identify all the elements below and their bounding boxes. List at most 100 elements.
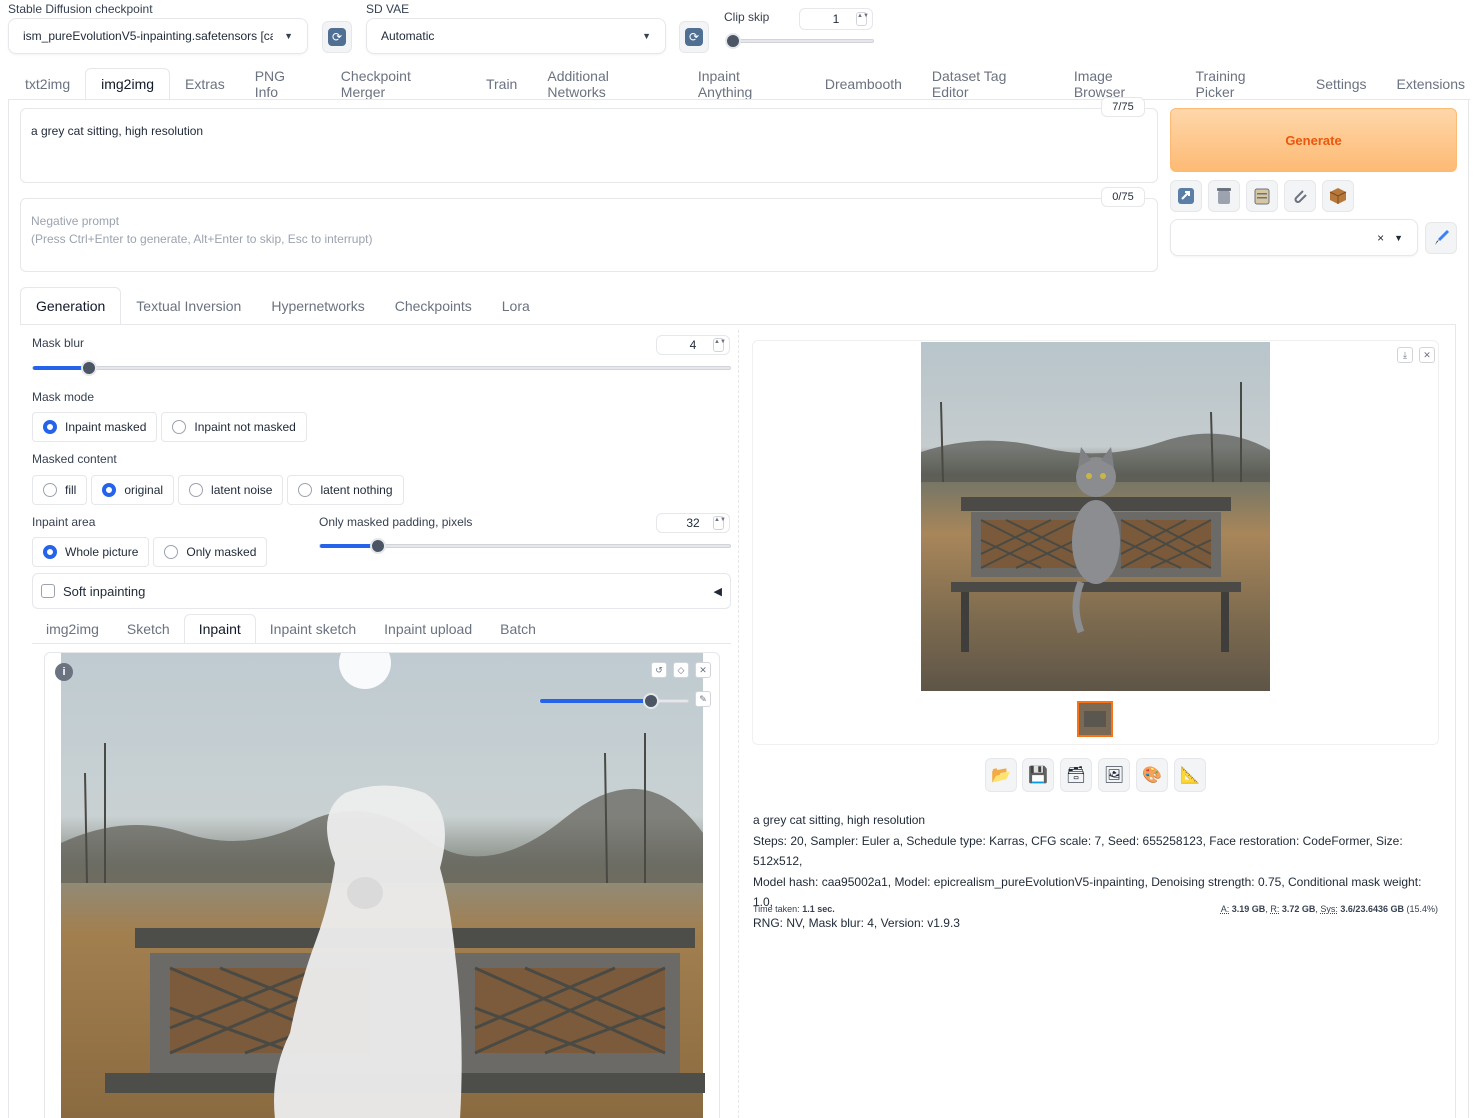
- open-folder-button[interactable]: 📂: [985, 758, 1017, 792]
- save-button[interactable]: 💾: [1022, 758, 1054, 792]
- close-icon[interactable]: ✕: [1419, 347, 1435, 363]
- tab-settings[interactable]: Settings: [1301, 68, 1382, 100]
- radio-latent-noise[interactable]: latent noise: [178, 475, 284, 505]
- generate-button[interactable]: Generate: [1170, 108, 1457, 172]
- clear-prompt-button[interactable]: [1208, 180, 1240, 212]
- brush-size-slider[interactable]: [539, 693, 689, 709]
- tab-png-info[interactable]: PNG Info: [240, 68, 326, 100]
- download-icon[interactable]: ⤓: [1397, 347, 1413, 363]
- radio-inpaint-masked[interactable]: Inpaint masked: [32, 412, 158, 442]
- attach-button[interactable]: [1284, 180, 1316, 212]
- subtab-hypernetworks[interactable]: Hypernetworks: [256, 287, 379, 325]
- image-tabs-divider: [32, 643, 731, 644]
- tab-training-picker[interactable]: Training Picker: [1181, 68, 1301, 100]
- archive-icon: 🗃: [1065, 767, 1087, 784]
- palette-icon: 🎨: [1142, 767, 1162, 784]
- tab-txt2img[interactable]: txt2img: [10, 68, 85, 100]
- padding-slider[interactable]: [319, 538, 731, 554]
- info-icon[interactable]: i: [55, 663, 73, 681]
- brush-icon[interactable]: ✎: [695, 691, 711, 707]
- mask-blur-slider[interactable]: [32, 360, 731, 376]
- slider-thumb[interactable]: [370, 538, 386, 554]
- imgtab-inpaint[interactable]: Inpaint: [183, 614, 256, 644]
- soft-inpainting-checkbox[interactable]: [41, 584, 55, 598]
- negative-prompt-textarea[interactable]: [20, 198, 1158, 272]
- slider-thumb[interactable]: [643, 693, 659, 709]
- tab-extensions[interactable]: Extensions: [1382, 68, 1480, 100]
- prompt-textarea[interactable]: [20, 108, 1158, 183]
- radio-original[interactable]: original: [91, 475, 175, 505]
- send-to-extras-button[interactable]: 📐: [1174, 758, 1206, 792]
- mask-mode-label: Mask mode: [32, 390, 95, 404]
- radio-inpaint-not-masked[interactable]: Inpaint not masked: [161, 412, 307, 442]
- imgtab-img2img[interactable]: img2img: [32, 614, 113, 644]
- collapse-arrow-icon[interactable]: ◀: [714, 585, 722, 598]
- read-params-button[interactable]: [1170, 180, 1202, 212]
- mask-blur-input[interactable]: 4 ▲▼: [656, 335, 730, 355]
- styles-dropdown[interactable]: × ▼: [1170, 219, 1418, 256]
- clip-skip-input[interactable]: 1 ▲▼: [799, 8, 873, 30]
- gallery-thumbnail[interactable]: [1077, 701, 1113, 737]
- imgtab-inpaint-sketch[interactable]: Inpaint sketch: [256, 614, 370, 644]
- stepper-icon[interactable]: ▲▼: [856, 12, 869, 26]
- output-image[interactable]: [921, 342, 1270, 691]
- radio-dot: [298, 483, 313, 497]
- eraser-icon[interactable]: ◇: [673, 662, 689, 678]
- checkpoint-dropdown[interactable]: ism_pureEvolutionV5-inpainting.safetenso…: [8, 18, 308, 54]
- subtab-checkpoints[interactable]: Checkpoints: [380, 287, 487, 325]
- vae-dropdown[interactable]: Automatic ▼: [366, 18, 666, 54]
- vram-a-label: A:: [1220, 904, 1230, 914]
- imgtab-sketch[interactable]: Sketch: [113, 614, 184, 644]
- inpaint-area-label: Inpaint area: [32, 515, 96, 529]
- inpaint-canvas[interactable]: [45, 653, 720, 1118]
- masked-content-label: Masked content: [32, 452, 117, 466]
- refresh-vae-button[interactable]: ⟳: [679, 21, 709, 53]
- stepper-icon[interactable]: ▲▼: [713, 516, 726, 530]
- inpaint-canvas-panel[interactable]: i ↺ ◇ ✕ ✎: [44, 652, 720, 1118]
- edit-styles-button[interactable]: [1425, 222, 1457, 254]
- tab-img2img[interactable]: img2img: [85, 68, 171, 100]
- thumbnail-bench: [1084, 711, 1106, 727]
- undo-icon[interactable]: ↺: [651, 662, 667, 678]
- radio-label: Inpaint not masked: [194, 420, 296, 434]
- tab-train[interactable]: Train: [471, 68, 532, 100]
- tab-additional-networks[interactable]: Additional Networks: [532, 68, 682, 100]
- subtab-textual-inversion[interactable]: Textual Inversion: [121, 287, 256, 325]
- subtab-lora[interactable]: Lora: [487, 287, 545, 325]
- send-to-inpaint-button[interactable]: 🎨: [1136, 758, 1168, 792]
- send-to-img2img-button[interactable]: 🖼: [1098, 758, 1130, 792]
- time-label: Time taken:: [753, 904, 800, 914]
- close-icon[interactable]: ✕: [695, 662, 711, 678]
- apply-style-button[interactable]: [1246, 180, 1278, 212]
- radio-fill[interactable]: fill: [32, 475, 88, 505]
- slider-thumb[interactable]: [725, 33, 741, 49]
- output-params: Steps: 20, Sampler: Euler a, Schedule ty…: [753, 833, 1403, 869]
- arrow-box-icon: [1178, 188, 1194, 204]
- tab-dreambooth[interactable]: Dreambooth: [810, 68, 917, 100]
- soft-inpainting-accordion[interactable]: Soft inpainting ◀: [32, 573, 731, 609]
- tab-extras[interactable]: Extras: [170, 68, 240, 100]
- padding-value: 32: [686, 516, 700, 530]
- tab-checkpoint-merger[interactable]: Checkpoint Merger: [326, 68, 471, 100]
- subtab-generation[interactable]: Generation: [20, 287, 122, 325]
- clear-icon[interactable]: ×: [1377, 231, 1384, 245]
- stepper-icon[interactable]: ▲▼: [713, 338, 726, 352]
- radio-whole-picture[interactable]: Whole picture: [32, 537, 150, 567]
- extra-networks-button[interactable]: [1322, 180, 1354, 212]
- zip-button[interactable]: 🗃: [1060, 758, 1092, 792]
- tab-inpaint-anything[interactable]: Inpaint Anything: [683, 68, 810, 100]
- refresh-checkpoint-button[interactable]: ⟳: [322, 21, 352, 53]
- slider-thumb[interactable]: [81, 360, 97, 376]
- tab-image-browser[interactable]: Image Browser: [1059, 68, 1181, 100]
- imgtab-inpaint-upload[interactable]: Inpaint upload: [370, 614, 486, 644]
- time-value: 1.1 sec.: [802, 904, 835, 914]
- clip-skip-slider[interactable]: [725, 33, 874, 49]
- tab-dataset-tag-editor[interactable]: Dataset Tag Editor: [917, 68, 1059, 100]
- radio-latent-nothing[interactable]: latent nothing: [287, 475, 404, 505]
- padding-input[interactable]: 32 ▲▼: [656, 513, 730, 533]
- radio-only-masked[interactable]: Only masked: [153, 537, 268, 567]
- imgtab-batch[interactable]: Batch: [486, 614, 550, 644]
- checkpoint-label: Stable Diffusion checkpoint: [8, 2, 153, 16]
- vram-sys: 3.6/23.6436 GB: [1340, 904, 1404, 914]
- left-border: [8, 99, 9, 1118]
